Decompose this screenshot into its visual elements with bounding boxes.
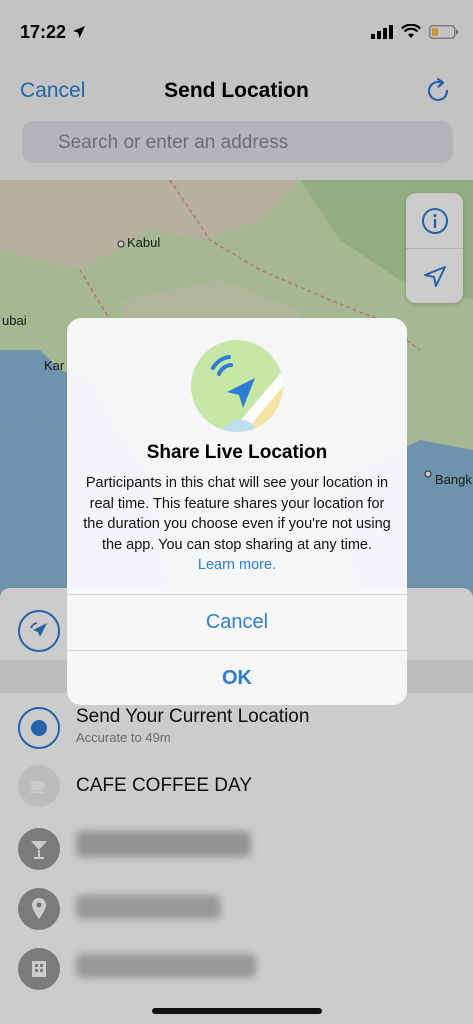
send-location-screen: 17:22 Send Location Cancel Search or ent… xyxy=(0,0,473,1024)
alert-body-text: Participants in this chat will see your … xyxy=(83,475,391,553)
home-indicator xyxy=(152,1008,322,1014)
alert-cancel-button[interactable]: Cancel xyxy=(67,594,407,650)
alert-message: Participants in this chat will see your … xyxy=(83,473,391,576)
share-live-location-alert: Share Live Location Participants in this… xyxy=(67,318,407,705)
alert-title: Share Live Location xyxy=(146,442,328,463)
live-location-map-icon xyxy=(191,340,283,432)
alert-ok-button[interactable]: OK xyxy=(67,650,407,705)
learn-more-link[interactable]: Learn more. xyxy=(198,557,276,573)
